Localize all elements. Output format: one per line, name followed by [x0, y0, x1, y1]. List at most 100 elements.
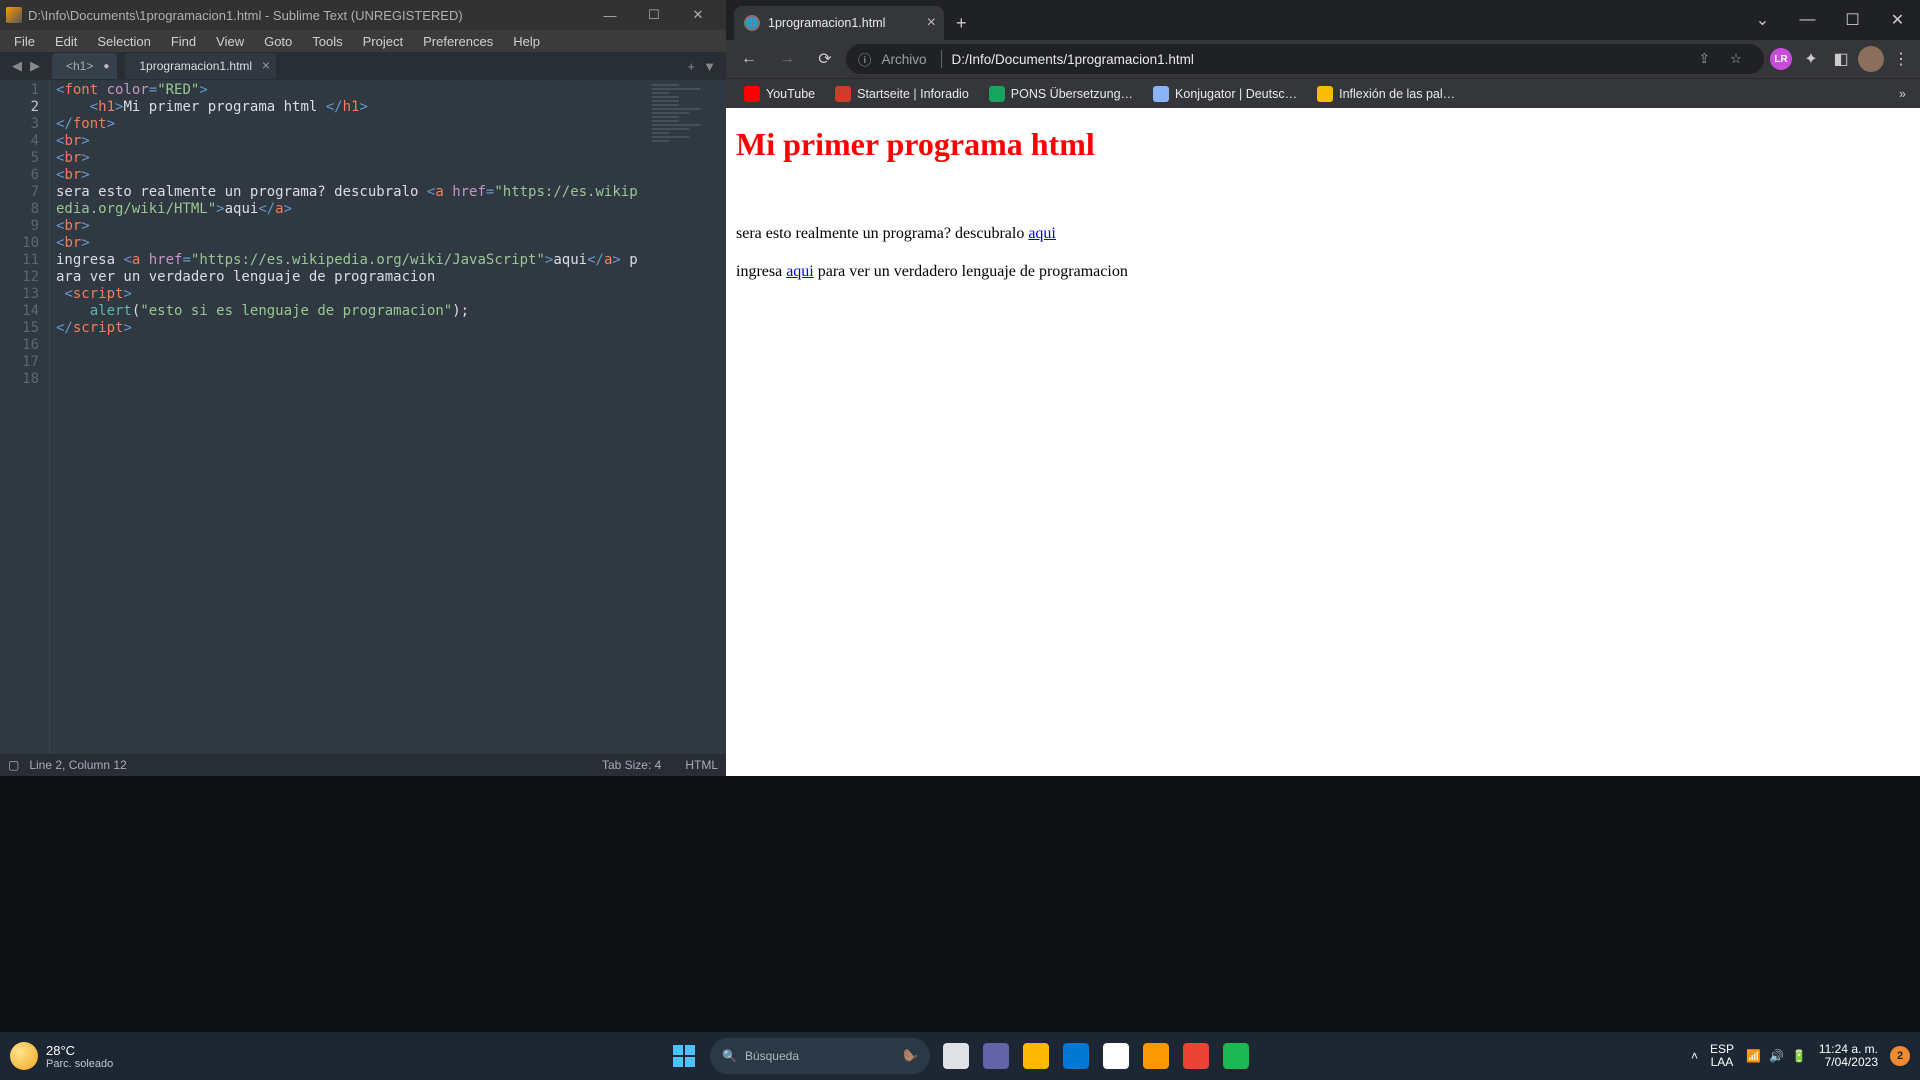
- sublime-tabstrip: ◀ ▶ <h1> 1programacion1.html× + ▼: [0, 52, 726, 80]
- taskbar-search[interactable]: 🔍 Búsqueda 🦫: [710, 1038, 930, 1074]
- tab-favicon-icon: 🌐: [744, 15, 760, 31]
- search-placeholder: Búsqueda: [745, 1049, 799, 1063]
- taskbar-app-task-view[interactable]: [936, 1036, 976, 1076]
- tab-title: 1programacion1.html: [768, 16, 885, 30]
- taskbar-app-sublime[interactable]: [1136, 1036, 1176, 1076]
- chat-icon: [983, 1043, 1009, 1069]
- page-paragraph-2: ingresa aqui para ver un verdadero lengu…: [736, 263, 1910, 281]
- desktop-gap: [0, 776, 1920, 1032]
- bookmarks-bar: YouTubeStartseite | InforadioPONS Überse…: [726, 78, 1920, 108]
- taskbar-app-chat[interactable]: [976, 1036, 1016, 1076]
- taskbar-app-explorer[interactable]: [1016, 1036, 1056, 1076]
- line-gutter: 123456789101112131415161718: [0, 80, 50, 754]
- bookmark-item[interactable]: Konjugator | Deutsc…: [1145, 82, 1305, 106]
- bookmark-icon: [744, 86, 760, 102]
- editor-tab[interactable]: <h1>: [52, 53, 117, 79]
- weather-cond: Parc. soleado: [46, 1058, 113, 1070]
- bookmark-icon: [1153, 86, 1169, 102]
- weather-widget[interactable]: 28°C Parc. soleado: [0, 1042, 180, 1070]
- battery-icon[interactable]: 🔋: [1792, 1049, 1807, 1063]
- taskbar-app-chrome[interactable]: [1176, 1036, 1216, 1076]
- tray-chevron-icon[interactable]: ˄: [1691, 1049, 1698, 1063]
- start-button[interactable]: [664, 1036, 704, 1076]
- extension-badge[interactable]: LR: [1768, 46, 1794, 72]
- omnibox[interactable]: ⓘ Archivo D:/Info/Documents/1programacio…: [846, 44, 1764, 74]
- sublime-menubar: FileEditSelectionFindViewGotoToolsProjec…: [0, 30, 726, 52]
- link-aqui-1[interactable]: aqui: [1028, 225, 1056, 242]
- menu-file[interactable]: File: [4, 32, 45, 51]
- forward-button[interactable]: →: [770, 44, 804, 74]
- chevron-down-icon[interactable]: ⌄: [1740, 0, 1785, 40]
- omnibox-url: D:/Info/Documents/1programacion1.html: [952, 52, 1194, 67]
- bookmark-item[interactable]: PONS Übersetzung…: [981, 82, 1141, 106]
- notification-badge[interactable]: 2: [1890, 1046, 1910, 1066]
- menu-tools[interactable]: Tools: [302, 32, 352, 51]
- taskbar-app-store[interactable]: [1096, 1036, 1136, 1076]
- new-tab-button[interactable]: +: [684, 59, 700, 74]
- menu-help[interactable]: Help: [503, 32, 550, 51]
- status-tabsize[interactable]: Tab Size: 4: [602, 758, 661, 772]
- menu-goto[interactable]: Goto: [254, 32, 302, 51]
- code-area[interactable]: <font color="RED"> <h1>Mi primer program…: [50, 80, 646, 754]
- menu-preferences[interactable]: Preferences: [413, 32, 503, 51]
- reload-button[interactable]: ⟳: [808, 44, 842, 74]
- search-mascot-icon: 🦫: [903, 1049, 918, 1063]
- menu-project[interactable]: Project: [353, 32, 413, 51]
- search-icon: 🔍: [722, 1049, 737, 1063]
- chrome-toolbar: ← → ⟳ ⓘ Archivo D:/Info/Documents/1progr…: [726, 40, 1920, 78]
- bookmarks-overflow-icon[interactable]: »: [1899, 87, 1920, 101]
- nav-fwd-icon[interactable]: ▶: [26, 58, 44, 74]
- close-button[interactable]: ✕: [1875, 0, 1920, 40]
- kebab-menu-icon[interactable]: ⋮: [1888, 46, 1914, 72]
- clock[interactable]: 11:24 a. m. 7/04/2023: [1819, 1043, 1878, 1069]
- maximize-button[interactable]: ☐: [632, 0, 676, 30]
- bookmark-star-icon[interactable]: ☆: [1730, 51, 1742, 67]
- minimize-button[interactable]: —: [588, 0, 632, 30]
- language-indicator[interactable]: ESP LAA: [1710, 1043, 1734, 1069]
- bookmark-item[interactable]: Inflexión de las pal…: [1309, 82, 1463, 106]
- panel-switcher-icon[interactable]: ▢: [8, 758, 19, 772]
- status-syntax[interactable]: HTML: [685, 758, 718, 772]
- chrome-window: 🌐 1programacion1.html × + ⌄ — ☐ ✕ ← → ⟳ …: [726, 0, 1920, 776]
- sublime-titlebar[interactable]: D:\Info\Documents\1programacion1.html - …: [0, 0, 726, 30]
- bookmark-icon: [835, 86, 851, 102]
- extensions-icon[interactable]: ✦: [1798, 46, 1824, 72]
- taskbar-app-spotify[interactable]: [1216, 1036, 1256, 1076]
- back-button[interactable]: ←: [732, 44, 766, 74]
- tab-menu-icon[interactable]: ▼: [699, 59, 720, 74]
- bookmark-item[interactable]: Startseite | Inforadio: [827, 82, 977, 106]
- chrome-icon: [1183, 1043, 1209, 1069]
- maximize-button[interactable]: ☐: [1830, 0, 1875, 40]
- sublime-icon: [1143, 1043, 1169, 1069]
- bookmark-item[interactable]: YouTube: [736, 82, 823, 106]
- share-icon[interactable]: ⇪: [1699, 51, 1710, 67]
- sublime-statusbar: ▢ Line 2, Column 12 Tab Size: 4 HTML: [0, 754, 726, 776]
- link-aqui-2[interactable]: aqui: [786, 263, 814, 280]
- menu-selection[interactable]: Selection: [87, 32, 160, 51]
- task-view-icon: [943, 1043, 969, 1069]
- wifi-icon[interactable]: 📶: [1746, 1049, 1761, 1063]
- store-icon: [1103, 1043, 1129, 1069]
- explorer-icon: [1023, 1043, 1049, 1069]
- browser-tab[interactable]: 🌐 1programacion1.html ×: [734, 6, 944, 40]
- taskbar-app-edge[interactable]: [1056, 1036, 1096, 1076]
- tab-close-icon[interactable]: ×: [262, 57, 270, 73]
- new-tab-button[interactable]: +: [956, 13, 967, 40]
- tab-close-icon[interactable]: ×: [927, 14, 936, 32]
- close-button[interactable]: ✕: [676, 0, 720, 30]
- minimize-button[interactable]: —: [1785, 0, 1830, 40]
- profile-avatar[interactable]: [1858, 46, 1884, 72]
- weather-temp: 28°C: [46, 1043, 113, 1058]
- menu-view[interactable]: View: [206, 32, 254, 51]
- windows-logo-icon: [673, 1045, 695, 1067]
- menu-edit[interactable]: Edit: [45, 32, 87, 51]
- editor-tab[interactable]: 1programacion1.html×: [125, 53, 276, 79]
- nav-back-icon[interactable]: ◀: [8, 58, 26, 74]
- bookmark-icon: [1317, 86, 1333, 102]
- volume-icon[interactable]: 🔊: [1769, 1049, 1784, 1063]
- minimap[interactable]: [646, 80, 726, 754]
- menu-find[interactable]: Find: [161, 32, 206, 51]
- chrome-tabstrip: 🌐 1programacion1.html × + ⌄ — ☐ ✕: [726, 0, 1920, 40]
- sublime-editor[interactable]: 123456789101112131415161718 <font color=…: [0, 80, 726, 754]
- sidepanel-icon[interactable]: ◧: [1828, 46, 1854, 72]
